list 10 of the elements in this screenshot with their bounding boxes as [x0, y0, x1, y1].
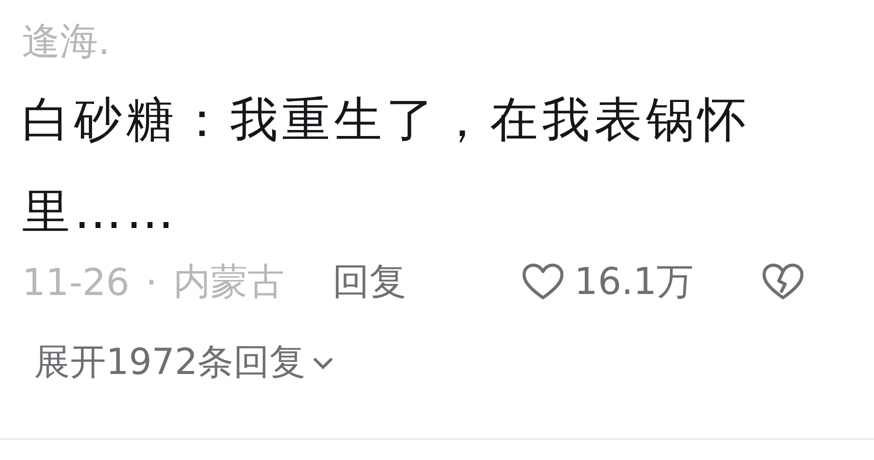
comment-text: 白砂糖：我重生了，在我表锅怀里…… [22, 91, 751, 242]
like-count: 16.1万 [574, 259, 694, 305]
broken-heart-icon[interactable] [762, 263, 804, 301]
reply-link[interactable]: 回复 [332, 257, 406, 307]
heart-icon[interactable] [522, 263, 564, 301]
separator-dot: · [146, 260, 158, 304]
comment-location: 内蒙古 [173, 259, 284, 305]
comment-date: 11-26 [22, 260, 130, 304]
expand-replies-button[interactable]: 展开1972条回复 [34, 338, 334, 387]
chevron-down-icon [312, 354, 334, 370]
